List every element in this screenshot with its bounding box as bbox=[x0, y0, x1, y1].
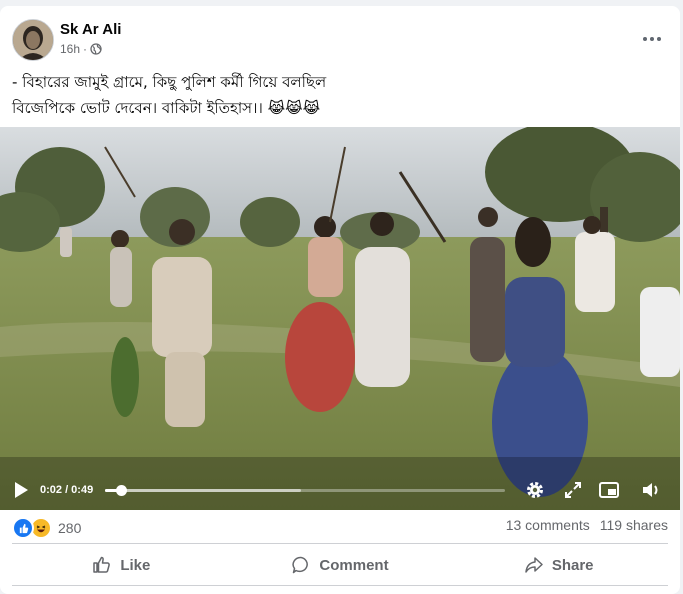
avatar[interactable] bbox=[12, 19, 54, 61]
post-time[interactable]: 16h bbox=[60, 42, 80, 56]
comments-count[interactable]: 13 comments bbox=[506, 517, 590, 533]
video-time: 0:02 / 0:49 bbox=[40, 484, 94, 496]
post-meta: 16h · bbox=[60, 42, 102, 56]
post-text-line: - বিহারের জামুই গ্রামে, কিছু পুলিশ কর্মী… bbox=[12, 73, 327, 91]
play-icon[interactable] bbox=[12, 480, 30, 500]
globe-icon bbox=[90, 43, 102, 55]
video-frame bbox=[0, 127, 680, 510]
shares-count[interactable]: 119 shares bbox=[600, 517, 668, 533]
engagement-counts: 13 comments 119 shares bbox=[506, 517, 668, 533]
share-button[interactable]: Share bbox=[449, 548, 668, 582]
progress-scrubber[interactable] bbox=[116, 485, 128, 496]
fullscreen-icon[interactable] bbox=[562, 479, 584, 501]
like-label: Like bbox=[120, 556, 151, 574]
like-button[interactable]: Like bbox=[12, 548, 231, 582]
avatar-image bbox=[13, 20, 53, 60]
post-header: Sk Ar Ali 16h · bbox=[12, 19, 672, 61]
progress-bar[interactable] bbox=[105, 485, 505, 496]
video-player[interactable]: 0:02 / 0:49 bbox=[0, 127, 680, 510]
progress-buffer bbox=[105, 489, 301, 492]
share-icon bbox=[525, 557, 543, 573]
post-card: Sk Ar Ali 16h · - বিহারের জামুই গ্রামে, … bbox=[0, 6, 680, 594]
video-controls: 0:02 / 0:49 bbox=[0, 470, 680, 510]
post-stats: 280 13 comments 119 shares bbox=[12, 517, 668, 539]
pip-icon[interactable] bbox=[598, 479, 620, 501]
author-name[interactable]: Sk Ar Ali bbox=[60, 21, 121, 38]
reaction-count: 280 bbox=[58, 520, 82, 536]
comment-button[interactable]: Comment bbox=[231, 548, 450, 582]
more-icon[interactable] bbox=[638, 25, 666, 53]
share-label: Share bbox=[551, 556, 594, 574]
reactions-summary[interactable]: 280 bbox=[12, 517, 81, 539]
action-bar: Like Comment Share bbox=[12, 548, 668, 582]
volume-icon[interactable] bbox=[640, 479, 662, 501]
like-reaction-icon bbox=[12, 517, 34, 539]
post-text: - বিহারের জামুই গ্রামে, কিছু পুলিশ কর্মী… bbox=[12, 69, 662, 121]
post-text-line: বিজেপিকে ভোট দেবেন। বাকিটা ইতিহাস।। 😹😹😹 bbox=[12, 99, 321, 117]
divider bbox=[12, 585, 668, 586]
comment-icon bbox=[292, 556, 309, 574]
comment-label: Comment bbox=[319, 556, 389, 574]
divider bbox=[12, 543, 668, 544]
thumbs-up-icon bbox=[93, 556, 111, 573]
settings-icon[interactable] bbox=[524, 479, 546, 501]
